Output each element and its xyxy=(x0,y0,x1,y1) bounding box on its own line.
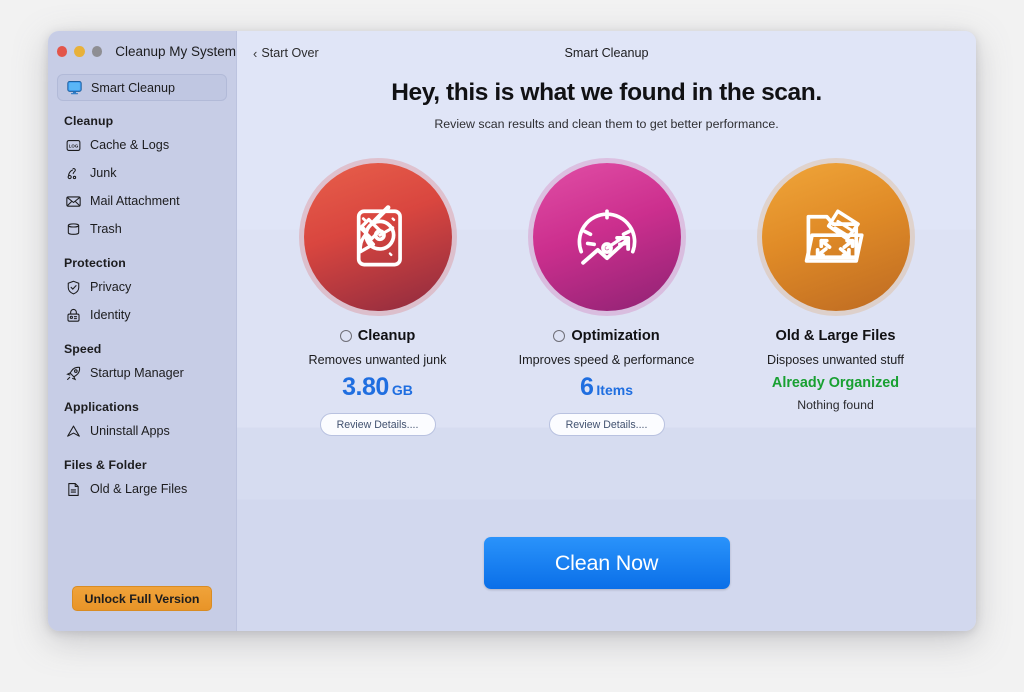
sidebar-item-label: Old & Large Files xyxy=(90,482,188,496)
sidebar-item-label: Uninstall Apps xyxy=(90,424,170,438)
folder-resize-icon xyxy=(804,209,864,263)
close-button[interactable] xyxy=(57,45,68,57)
cleanup-value-unit: GB xyxy=(391,382,413,398)
svg-text:LOG: LOG xyxy=(68,143,78,148)
speedometer-growth-icon xyxy=(577,209,636,265)
lock-id-icon xyxy=(64,306,82,324)
sidebar-item-smart-cleanup[interactable]: Smart Cleanup xyxy=(57,74,227,101)
old-large-files-badge xyxy=(761,163,910,311)
sidebar-group-title: Speed xyxy=(64,342,102,356)
junk-icon xyxy=(64,164,82,182)
sidebar-item-identity[interactable]: Identity xyxy=(57,301,227,329)
optimization-value-number: 6 xyxy=(580,373,594,401)
log-file-icon: LOG xyxy=(64,136,82,154)
shield-check-icon xyxy=(64,278,82,296)
start-over-label: Start Over xyxy=(261,46,319,60)
sidebar-item-label: Cache & Logs xyxy=(90,138,170,152)
old-large-files-status-badge: Already Organized xyxy=(771,375,900,391)
sidebar-group-title: Protection xyxy=(64,256,126,270)
old-large-files-title-row: Old & Large Files xyxy=(729,328,943,344)
cleanup-review-details-button[interactable]: Review Details.... xyxy=(319,413,436,436)
toolbar: ‹ Start Over Smart Cleanup xyxy=(237,31,976,75)
cleanup-description: Removes unwanted junk xyxy=(308,353,447,367)
subheadline: Review scan results and clean them to ge… xyxy=(434,117,779,131)
sidebar-item-uninstall-apps[interactable]: Uninstall Apps xyxy=(57,417,227,445)
optimization-title: Optimization xyxy=(571,328,660,344)
envelope-icon xyxy=(64,192,82,210)
cleanup-value-number: 3.80 xyxy=(342,373,389,401)
sidebar-group-title: Applications xyxy=(64,400,139,414)
sidebar-item-label: Mail Attachment xyxy=(90,194,180,208)
monitor-icon xyxy=(65,79,83,97)
sidebar-item-cache-logs[interactable]: LOG Cache & Logs xyxy=(57,131,227,159)
sidebar: Cleanup My System Smart Cleanup Cleanup xyxy=(48,31,237,631)
app-title: Cleanup My System xyxy=(115,43,237,59)
unlock-section: Unlock Full Version xyxy=(48,586,236,631)
titlebar: Cleanup My System xyxy=(48,31,236,71)
sidebar-item-label: Privacy xyxy=(90,280,132,294)
clean-now-button[interactable]: Clean Now xyxy=(483,537,730,589)
sidebar-item-mail-attachment[interactable]: Mail Attachment xyxy=(57,187,227,215)
old-large-files-status-sub: Nothing found xyxy=(797,398,874,412)
old-large-files-description: Disposes unwanted stuff xyxy=(767,353,904,367)
start-over-button[interactable]: ‹ Start Over xyxy=(253,46,319,60)
sidebar-item-label: Smart Cleanup xyxy=(91,80,175,95)
sidebar-item-label: Startup Manager xyxy=(90,366,184,380)
optimization-description: Improves speed & performance xyxy=(518,353,695,367)
sidebar-item-label: Junk xyxy=(90,166,117,180)
sidebar-item-junk[interactable]: Junk xyxy=(57,159,227,187)
result-card-old-large-files: Old & Large Files Disposes unwanted stuf… xyxy=(729,163,943,412)
app-chevron-icon xyxy=(64,422,82,440)
sidebar-item-privacy[interactable]: Privacy xyxy=(57,273,227,301)
result-card-cleanup: Cleanup Removes unwanted junk 3.80 GB Rev… xyxy=(271,163,485,436)
sidebar-item-label: Identity xyxy=(90,308,131,322)
cleanup-title: Cleanup xyxy=(357,328,416,344)
chevron-left-icon: ‹ xyxy=(253,45,258,61)
old-large-files-title: Old & Large Files xyxy=(775,328,896,344)
optimization-badge xyxy=(532,163,681,311)
optimization-radio[interactable] xyxy=(553,330,566,342)
minimize-button[interactable] xyxy=(74,45,85,57)
cleanup-title-row: Cleanup xyxy=(271,328,485,344)
optimization-title-row: Optimization xyxy=(500,328,714,344)
result-card-optimization: Optimization Improves speed & performanc… xyxy=(500,163,714,436)
sidebar-item-startup-manager[interactable]: Startup Manager xyxy=(57,359,227,387)
app-window: Cleanup My System Smart Cleanup Cleanup xyxy=(48,31,976,631)
sidebar-group-title: Cleanup xyxy=(64,114,114,128)
headline: Hey, this is what we found in the scan. xyxy=(391,79,822,106)
cleanup-value: 3.80 GB xyxy=(271,375,485,400)
rocket-icon xyxy=(64,364,82,382)
unlock-full-version-button[interactable]: Unlock Full Version xyxy=(72,586,212,611)
optimization-review-details-button[interactable]: Review Details.... xyxy=(548,413,665,436)
sidebar-item-trash[interactable]: Trash xyxy=(57,215,227,243)
primary-action-area: Clean Now xyxy=(237,537,976,631)
broom-harddrive-icon xyxy=(356,205,402,267)
sidebar-group-title: Files & Folder xyxy=(64,458,147,472)
cleanup-badge xyxy=(303,163,452,311)
document-icon xyxy=(64,480,82,498)
sidebar-nav: Smart Cleanup Cleanup LOG Cache & Logs J… xyxy=(48,71,236,586)
page-title: Smart Cleanup xyxy=(564,46,649,60)
zoom-button[interactable] xyxy=(91,45,103,57)
scan-results: Cleanup Removes unwanted junk 3.80 GB Rev… xyxy=(237,163,976,436)
sidebar-item-old-large-files[interactable]: Old & Large Files xyxy=(57,475,227,503)
optimization-value-unit: Items xyxy=(596,382,633,398)
cleanup-radio[interactable] xyxy=(339,330,352,342)
main-content: ‹ Start Over Smart Cleanup Hey, this is … xyxy=(237,31,976,631)
trash-bin-icon xyxy=(64,220,82,238)
sidebar-item-label: Trash xyxy=(90,222,122,236)
optimization-value: 6 Items xyxy=(500,375,714,400)
